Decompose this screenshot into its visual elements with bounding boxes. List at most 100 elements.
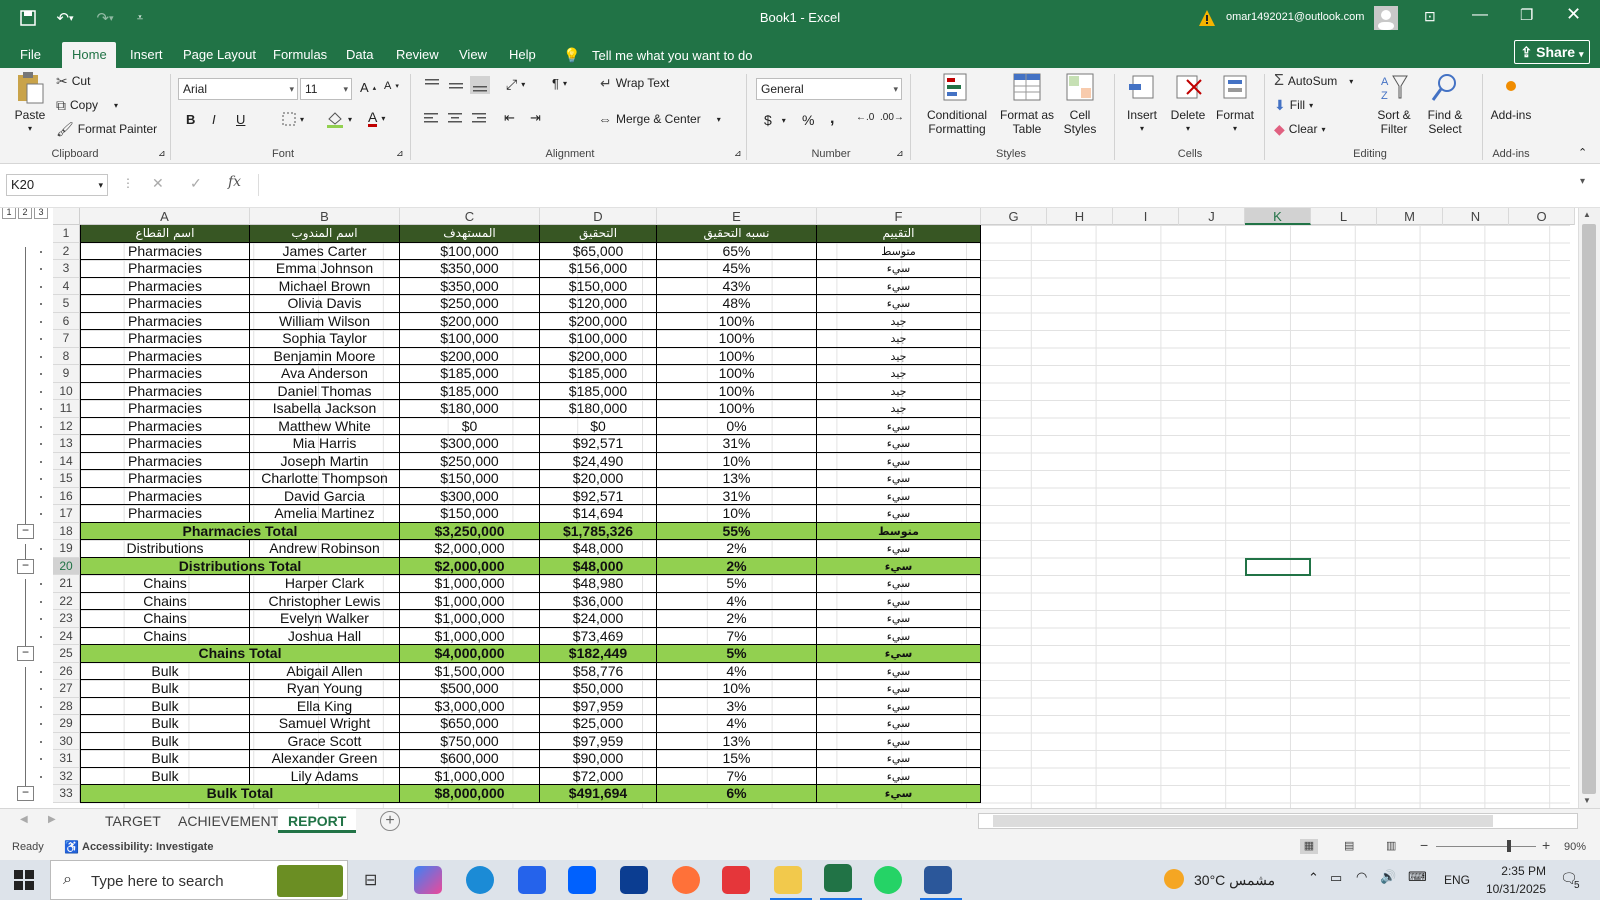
column-header-o[interactable]: O [1509,208,1575,225]
weather-sun-icon[interactable] [1164,869,1184,889]
decrease-decimal-icon[interactable]: .00→ [880,112,904,123]
table-cell[interactable]: $182,449 [540,645,657,663]
table-cell[interactable]: $250,000 [400,295,540,313]
tab-formulas[interactable]: Formulas [263,42,337,68]
row-header-32[interactable]: 32 [53,767,80,785]
share-button[interactable]: ⇪ Share ▾ [1514,40,1590,64]
row-header-3[interactable]: 3 [53,260,80,278]
decrease-indent-icon[interactable]: ⇤ [504,110,515,126]
table-cell[interactable]: $2,000,000 [400,540,540,558]
table-cell[interactable]: $48,980 [540,575,657,593]
table-cell[interactable]: جيد [817,312,981,330]
table-cell[interactable]: Bulk [80,715,250,733]
tab-insert[interactable]: Insert [120,42,173,68]
zoom-slider-thumb[interactable] [1507,840,1512,852]
column-header-c[interactable]: C [400,208,540,225]
borders-icon[interactable]: ▾ [282,112,304,126]
table-cell[interactable]: Chains [80,610,250,628]
table-cell[interactable]: Chains [80,627,250,645]
table-cell[interactable]: Pharmacies [80,242,250,260]
table-cell[interactable]: $180,000 [540,400,657,418]
accessibility-status[interactable]: Accessibility: Investigate [82,841,213,853]
row-header-24[interactable]: 24 [53,627,80,645]
table-cell[interactable]: Michael Brown [250,277,400,295]
table-cell[interactable]: $1,000,000 [400,767,540,785]
align-top-icon[interactable] [424,78,440,92]
tell-me-box[interactable]: Tell me what you want to do [592,48,752,63]
redo-icon[interactable]: ↷ ▾ [88,6,122,30]
currency-button[interactable]: $ ▾ [764,112,786,128]
table-cell[interactable]: Pharmacies [80,417,250,435]
table-cell[interactable]: $92,571 [540,435,657,453]
table-cell[interactable]: $3,250,000 [400,522,540,540]
column-header-a[interactable]: A [80,208,250,225]
rtl-icon[interactable]: ¶ ▾ [552,76,567,91]
table-cell[interactable]: David Garcia [250,487,400,505]
table-cell[interactable]: James Carter [250,242,400,260]
active-cell-outline[interactable] [1245,557,1311,576]
table-cell[interactable]: سيء [817,435,981,453]
bold-button[interactable]: B [186,112,195,127]
sort-filter-button[interactable]: AZ Sort & Filter [1372,72,1416,136]
word-icon[interactable] [924,866,952,894]
increase-indent-icon[interactable]: ⇥ [530,110,541,126]
row-header-29[interactable]: 29 [53,715,80,733]
format-painter-button[interactable]: 🖌 Format Painter [56,122,157,136]
row-header-2[interactable]: 2 [53,242,80,260]
normal-view-icon[interactable]: ▦ [1300,839,1318,854]
percent-button[interactable]: % [802,112,814,128]
table-cell[interactable]: $36,000 [540,592,657,610]
table-cell[interactable]: $350,000 [400,260,540,278]
column-header-f[interactable]: F [817,208,981,225]
row-header-14[interactable]: 14 [53,452,80,470]
page-layout-view-icon[interactable]: ▤ [1344,839,1354,852]
table-cell[interactable]: $120,000 [540,295,657,313]
row-header-10[interactable]: 10 [53,382,80,400]
find-select-button[interactable]: Find & Select [1420,72,1470,136]
table-cell[interactable]: Pharmacies [80,330,250,348]
expand-formula-icon[interactable]: ▾ [1580,176,1585,187]
enter-icon[interactable]: ✓ [190,175,202,192]
font-dialog-launcher-icon[interactable]: ⊿ [396,148,404,159]
font-size-box[interactable]: 11 ▾ [300,78,352,100]
table-cell[interactable]: $100,000 [400,330,540,348]
page-break-view-icon[interactable]: ▥ [1386,839,1396,852]
table-cell[interactable]: Bulk [80,680,250,698]
autosum-button[interactable]: Σ AutoSum ▾ [1274,73,1353,89]
table-cell[interactable]: سيء [817,627,981,645]
header-cell[interactable]: اسم القطاع [80,225,250,243]
header-cell[interactable]: التحقيق [540,225,657,243]
table-cell[interactable]: $350,000 [400,277,540,295]
table-cell[interactable]: 15% [657,750,817,768]
file-explorer-icon[interactable] [774,866,802,894]
table-cell[interactable]: Pharmacies [80,382,250,400]
table-cell[interactable]: $300,000 [400,487,540,505]
table-cell[interactable]: سيء [817,662,981,680]
table-cell[interactable]: $150,000 [540,277,657,295]
table-cell[interactable]: Sophia Taylor [250,330,400,348]
row-header-25[interactable]: 25 [53,645,80,663]
ribbon-display-icon[interactable]: ⊡ [1424,8,1436,25]
table-cell[interactable]: 13% [657,732,817,750]
table-cell[interactable]: $180,000 [400,400,540,418]
table-cell[interactable]: $100,000 [400,242,540,260]
table-cell[interactable]: $600,000 [400,750,540,768]
table-cell[interactable]: Pharmacies [80,347,250,365]
row-header-20[interactable]: 20 [53,557,80,575]
warning-icon[interactable] [1198,9,1216,27]
row-header-28[interactable]: 28 [53,697,80,715]
row-header-15[interactable]: 15 [53,470,80,488]
table-cell[interactable]: 31% [657,487,817,505]
row-header-27[interactable]: 27 [53,680,80,698]
scroll-down-icon[interactable]: ▼ [1583,796,1591,805]
table-cell[interactable]: سيء [817,417,981,435]
table-cell[interactable]: Bulk [80,732,250,750]
align-left-icon[interactable] [424,112,438,124]
table-cell[interactable]: $300,000 [400,435,540,453]
fill-button[interactable]: ⬇ Fill ▾ [1274,98,1313,112]
column-header-b[interactable]: B [250,208,400,225]
table-cell[interactable]: $90,000 [540,750,657,768]
row-header-26[interactable]: 26 [53,662,80,680]
zoom-level[interactable]: 90% [1564,841,1586,853]
table-cell[interactable]: $1,785,326 [540,522,657,540]
